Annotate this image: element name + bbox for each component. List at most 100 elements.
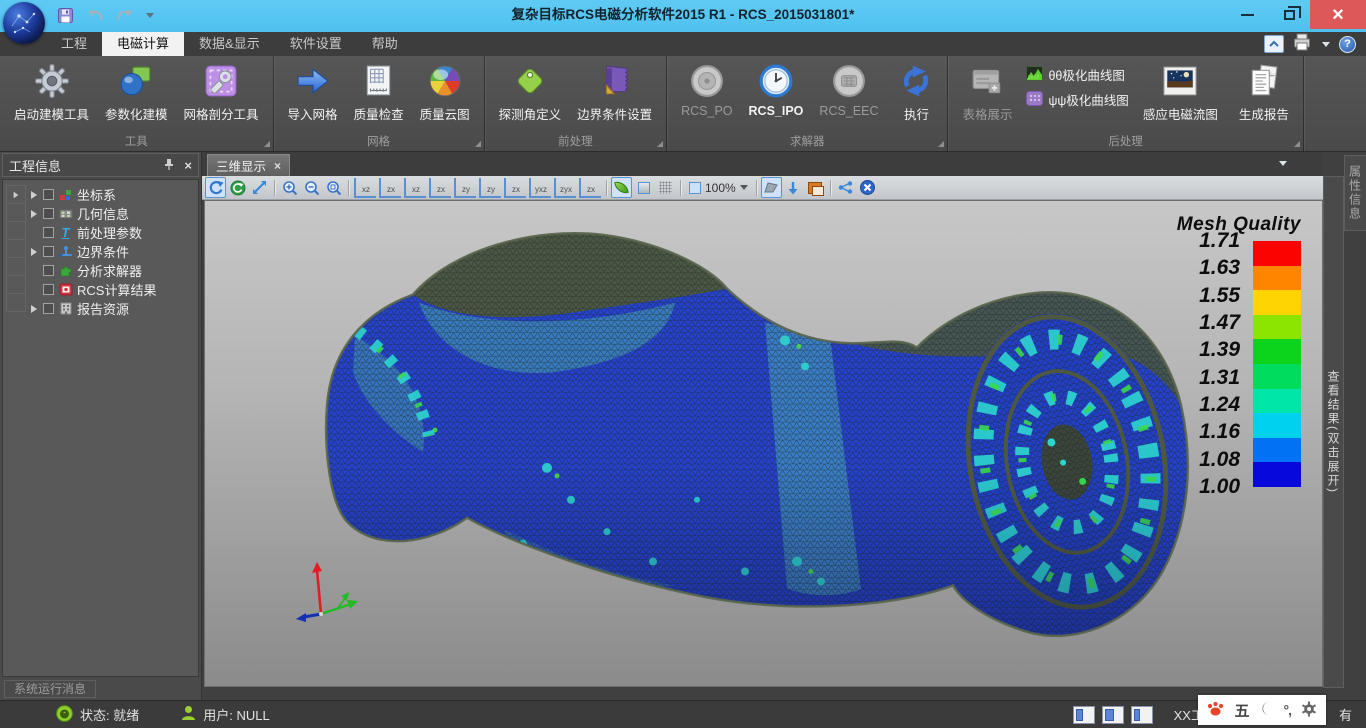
- tree-item-preprocess-params[interactable]: 前处理参数: [29, 223, 198, 242]
- restore-button[interactable]: [1268, 0, 1310, 29]
- results-collapsed-panel[interactable]: 查看结果(双击展开): [1323, 176, 1344, 688]
- group-label-solver: 求解器: [667, 133, 947, 151]
- gear-icon: [35, 63, 69, 99]
- print-dropdown-icon[interactable]: [1322, 42, 1330, 47]
- table-display-button[interactable]: 表格展示: [954, 61, 1020, 125]
- wireframe-mode-button[interactable]: [655, 177, 676, 198]
- help-icon[interactable]: [1339, 36, 1356, 53]
- tab-em-compute[interactable]: 电磁计算: [102, 32, 184, 56]
- zoom-in-button[interactable]: [279, 177, 300, 198]
- checkbox[interactable]: [43, 265, 54, 276]
- checkbox[interactable]: [43, 227, 54, 238]
- view-tab-strip: 三维显示: [202, 152, 1323, 176]
- clip-plane-button[interactable]: [761, 177, 782, 198]
- tabstrip-overflow-icon[interactable]: [1279, 161, 1287, 166]
- checkbox[interactable]: [43, 189, 54, 200]
- view-orientation-button[interactable]: zyx: [554, 178, 576, 198]
- app-logo-icon[interactable]: [3, 2, 45, 44]
- probe-angle-button[interactable]: 探测角定义: [491, 61, 570, 125]
- tree-item-coordinate-system[interactable]: 坐标系: [29, 185, 198, 204]
- rcs-po-button[interactable]: RCS_PO: [673, 61, 740, 120]
- zoom-level-select[interactable]: 100%: [685, 181, 752, 195]
- share-view-button[interactable]: [835, 177, 856, 198]
- view-orientation-button[interactable]: zx: [579, 178, 601, 198]
- tree-item-geometry-info[interactable]: 几何信息: [29, 204, 198, 223]
- ribbon-group-solver: RCS_PO RCS_IPO: [667, 56, 948, 151]
- checkbox[interactable]: [43, 303, 54, 314]
- system-messages-tab[interactable]: 系统运行消息: [4, 680, 96, 698]
- refresh-view-button[interactable]: [227, 177, 248, 198]
- close-view-button[interactable]: [857, 177, 878, 198]
- view-orientation-button[interactable]: zx: [379, 178, 401, 198]
- boundary-settings-button[interactable]: 边界条件设置: [569, 61, 660, 125]
- view-orientation-button[interactable]: zy: [479, 178, 501, 198]
- rainbow-sphere-icon: [428, 63, 462, 99]
- layout-left-panel-button[interactable]: [1073, 706, 1095, 724]
- boundary-conditions-icon: [58, 245, 73, 259]
- view-orientation-button[interactable]: xz: [404, 178, 426, 198]
- quality-cloud-button[interactable]: 质量云图: [412, 61, 478, 125]
- tag-icon: [513, 63, 547, 99]
- save-icon[interactable]: [56, 6, 74, 24]
- collapse-ribbon-button[interactable]: [1264, 35, 1284, 53]
- quality-check-button[interactable]: 质量检查: [346, 61, 412, 125]
- pan-zoom-button[interactable]: [249, 177, 270, 198]
- tab-3d-display[interactable]: 三维显示: [207, 154, 290, 176]
- pin-icon[interactable]: [164, 158, 174, 173]
- panel-close-icon[interactable]: ×: [184, 158, 192, 173]
- tab-project[interactable]: 工程: [46, 32, 102, 56]
- zoom-out-button[interactable]: [301, 177, 322, 198]
- tab-close-icon[interactable]: [274, 159, 281, 173]
- checkbox[interactable]: [43, 246, 54, 257]
- tab-software-settings[interactable]: 软件设置: [275, 32, 357, 56]
- print-preview-icon[interactable]: [1293, 33, 1313, 56]
- checkbox[interactable]: [43, 284, 54, 295]
- drop-down-view-button[interactable]: [783, 177, 804, 198]
- ime-punctuation-toggle[interactable]: °,: [1284, 702, 1292, 718]
- launch-modeling-tool-button[interactable]: 启动建模工具: [6, 61, 97, 125]
- parametric-modeling-button[interactable]: 参数化建模: [97, 61, 176, 125]
- view-orientation-button[interactable]: xz: [354, 178, 376, 198]
- tab-data-display[interactable]: 数据&显示: [184, 32, 275, 56]
- close-button[interactable]: [1310, 0, 1366, 29]
- mesh-partition-tool-button[interactable]: 网格剖分工具: [176, 61, 267, 125]
- tree-item-rcs-results[interactable]: RCS计算结果: [29, 280, 198, 299]
- quick-access-dropdown-icon[interactable]: [146, 13, 154, 18]
- shaded-mode-button[interactable]: [611, 177, 632, 198]
- tree-item-boundary-conditions[interactable]: 边界条件: [29, 242, 198, 261]
- tree-item-report-resources[interactable]: 报告资源: [29, 299, 198, 318]
- generate-report-button[interactable]: 生成报告: [1231, 61, 1297, 125]
- copy-view-button[interactable]: [805, 177, 826, 198]
- user-icon: [181, 705, 196, 724]
- tab-help[interactable]: 帮助: [357, 32, 413, 56]
- ime-settings-gear-icon[interactable]: [1301, 701, 1317, 720]
- viewport-3d[interactable]: Mesh Quality 1.71 1.63 1.55 1.47 1.39 1.…: [204, 200, 1323, 687]
- group-label-mesh: 网格: [274, 133, 484, 151]
- ime-moon-icon[interactable]: [1260, 701, 1274, 719]
- checkbox[interactable]: [43, 208, 54, 219]
- view-orientation-button[interactable]: zy: [454, 178, 476, 198]
- undo-icon[interactable]: [86, 6, 104, 24]
- rcs-eec-button[interactable]: RCS_EEC: [811, 61, 886, 120]
- zoom-box-icon: [689, 182, 701, 194]
- induction-current-map-button[interactable]: 感应电磁流图: [1135, 61, 1226, 125]
- zoom-extents-button[interactable]: [323, 177, 344, 198]
- rotate-view-button[interactable]: [205, 177, 226, 198]
- import-mesh-button[interactable]: 导入网格: [280, 61, 346, 125]
- property-info-tab[interactable]: 属性信息: [1344, 155, 1366, 231]
- view-orientation-button[interactable]: zx: [504, 178, 526, 198]
- tree-item-analysis-solver[interactable]: 分析求解器: [29, 261, 198, 280]
- layout-split-panel-button[interactable]: [1102, 706, 1124, 724]
- ime-mode-wubi[interactable]: 五: [1234, 700, 1249, 721]
- rcs-ipo-button[interactable]: RCS_IPO: [741, 61, 812, 120]
- view-orientation-button[interactable]: yxz: [529, 178, 551, 198]
- view-orientation-button[interactable]: zx: [429, 178, 451, 198]
- layout-right-panel-button[interactable]: [1131, 706, 1153, 724]
- ime-paw-icon[interactable]: [1207, 701, 1224, 719]
- redo-icon[interactable]: [116, 6, 134, 24]
- execute-button[interactable]: 执行: [891, 61, 941, 125]
- minimize-button[interactable]: [1226, 0, 1268, 29]
- flat-mode-button[interactable]: [633, 177, 654, 198]
- psi-polarization-curve-button[interactable]: ψψ极化曲线图: [1026, 90, 1128, 109]
- theta-polarization-curve-button[interactable]: θθ极化曲线图: [1026, 65, 1128, 84]
